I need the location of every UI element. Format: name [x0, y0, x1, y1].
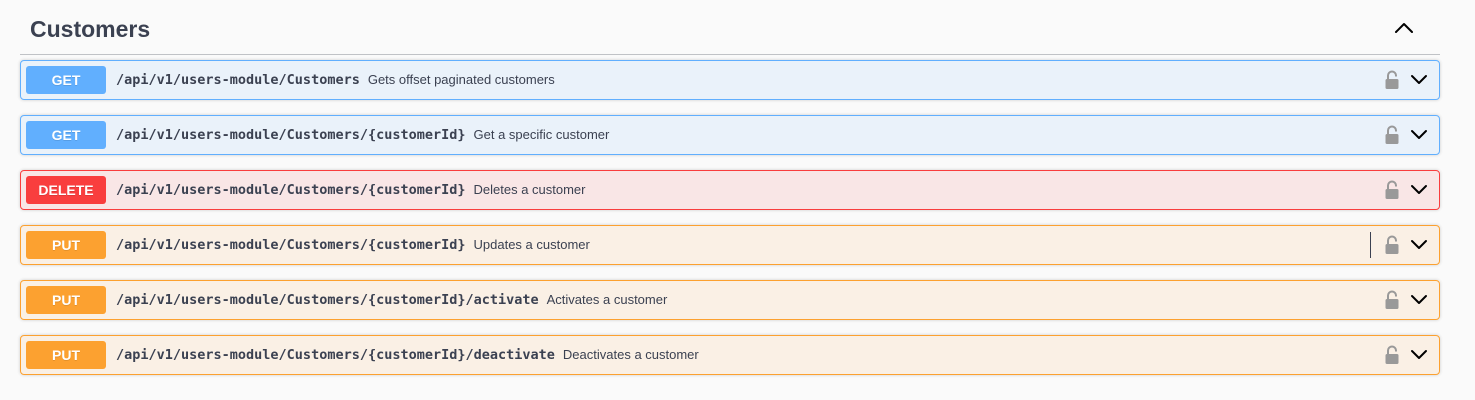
operation-summary-line: /api/v1/users-module/Customers/{customer… — [116, 281, 667, 319]
method-badge: PUT — [26, 341, 106, 369]
divider — [1370, 232, 1371, 258]
lock-icon[interactable] — [1384, 180, 1400, 200]
operation-path: /api/v1/users-module/Customers/{customer… — [116, 237, 466, 253]
operation-summary: Deletes a customer — [473, 182, 586, 197]
operation-get-customers[interactable]: GET /api/v1/users-module/Customers Gets o… — [20, 60, 1440, 100]
chevron-down-icon[interactable] — [1410, 291, 1428, 309]
operation-summary: Gets offset paginated customers — [367, 72, 555, 87]
chevron-down-icon[interactable] — [1410, 71, 1428, 89]
lock-icon[interactable] — [1384, 125, 1400, 145]
method-badge: DELETE — [26, 176, 106, 204]
operation-path: /api/v1/users-module/Customers — [116, 72, 360, 88]
chevron-down-icon[interactable] — [1410, 346, 1428, 364]
chevron-down-icon[interactable] — [1410, 126, 1428, 144]
operation-summary-line: /api/v1/users-module/Customers/{customer… — [116, 171, 586, 209]
operation-activate-customer[interactable]: PUT /api/v1/users-module/Customers/{cust… — [20, 280, 1440, 320]
operation-path: /api/v1/users-module/Customers/{customer… — [116, 182, 466, 198]
method-badge: PUT — [26, 231, 106, 259]
operation-summary: Get a specific customer — [473, 127, 610, 142]
operation-summary-line: /api/v1/users-module/Customers/{customer… — [116, 226, 590, 264]
operation-path: /api/v1/users-module/Customers/{customer… — [116, 127, 466, 143]
chevron-down-icon[interactable] — [1410, 181, 1428, 199]
operation-get-customer[interactable]: GET /api/v1/users-module/Customers/{cust… — [20, 115, 1440, 155]
method-badge: PUT — [26, 286, 106, 314]
lock-icon[interactable] — [1384, 70, 1400, 90]
operation-summary-line: /api/v1/users-module/Customers Gets offse… — [116, 61, 555, 99]
operation-delete-customer[interactable]: DELETE /api/v1/users-module/Customers/{c… — [20, 170, 1440, 210]
section-header[interactable]: Customers — [20, 0, 1440, 55]
operation-summary: Activates a customer — [546, 292, 668, 307]
customers-section: Customers GET /api/v1/users-module/Custo… — [20, 0, 1440, 375]
lock-icon[interactable] — [1384, 345, 1400, 365]
lock-icon[interactable] — [1384, 290, 1400, 310]
operation-path: /api/v1/users-module/Customers/{customer… — [116, 292, 539, 308]
operation-deactivate-customer[interactable]: PUT /api/v1/users-module/Customers/{cust… — [20, 335, 1440, 375]
method-badge: GET — [26, 66, 106, 94]
operation-summary-line: /api/v1/users-module/Customers/{customer… — [116, 116, 609, 154]
operation-summary-line: /api/v1/users-module/Customers/{customer… — [116, 336, 699, 374]
operation-path: /api/v1/users-module/Customers/{customer… — [116, 347, 555, 363]
method-badge: GET — [26, 121, 106, 149]
operation-summary: Deactivates a customer — [562, 347, 699, 362]
operation-summary: Updates a customer — [473, 237, 590, 252]
chevron-up-icon[interactable] — [1394, 18, 1414, 38]
operation-update-customer[interactable]: PUT /api/v1/users-module/Customers/{cust… — [20, 225, 1440, 265]
lock-icon[interactable] — [1384, 235, 1400, 255]
section-title: Customers — [30, 16, 151, 42]
chevron-down-icon[interactable] — [1410, 236, 1428, 254]
